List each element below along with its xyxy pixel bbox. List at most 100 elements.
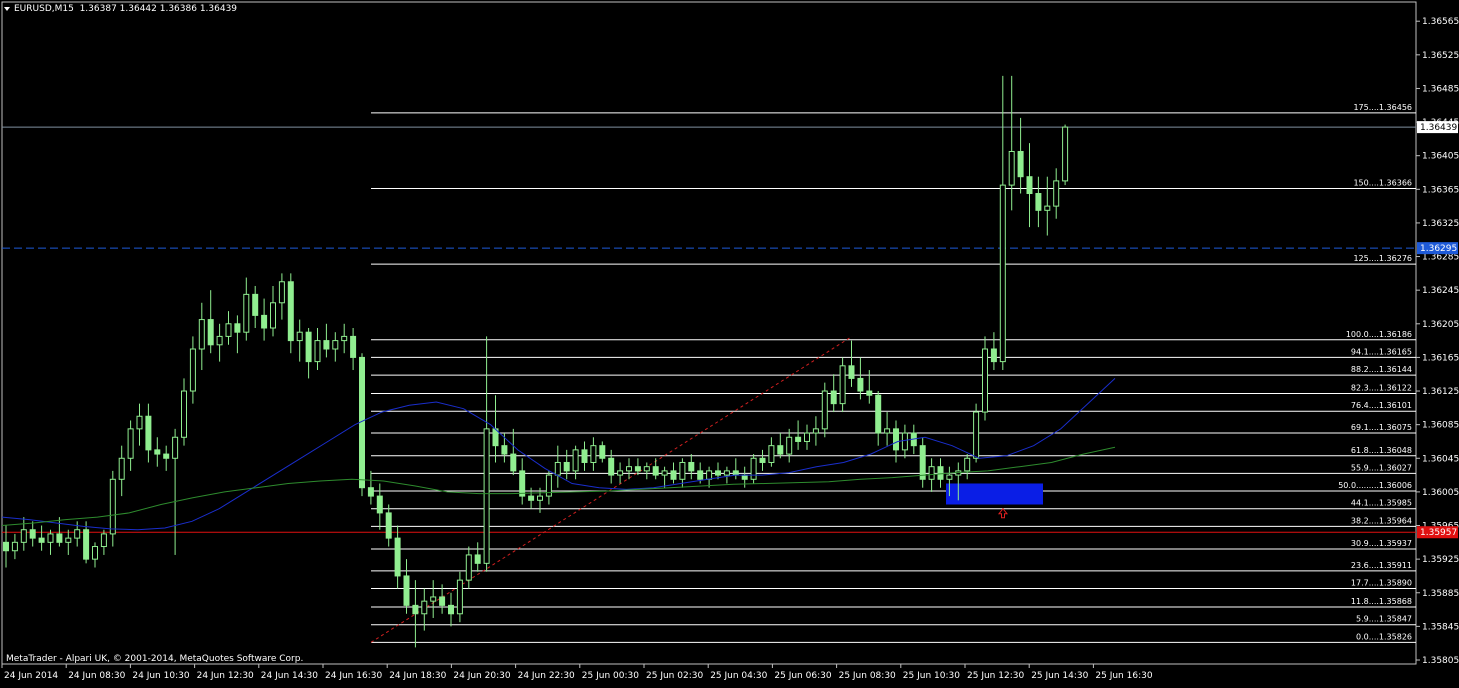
candle-body [804, 432, 810, 442]
y-tick-label: 1.36365 [1422, 185, 1459, 195]
y-tick-label: 1.35885 [1422, 589, 1459, 599]
x-tick-label: 24 Jun 20:30 [453, 671, 510, 681]
candle-body [715, 470, 721, 476]
candle-body [750, 457, 757, 480]
candle-body [1017, 150, 1024, 178]
candle-body [626, 466, 632, 472]
candle-body [901, 432, 908, 451]
fib-level-label: 61.8....1.36048 [1351, 446, 1412, 455]
x-tick-label: 25 Jun 08:30 [839, 671, 896, 681]
candle-body [821, 390, 828, 430]
candle-body [118, 457, 125, 480]
fib-level-label: 125....1.36276 [1353, 254, 1412, 263]
candle-body [83, 529, 90, 560]
fib-level-label: 82.3....1.36122 [1351, 384, 1412, 393]
chart-canvas[interactable]: 1.365651.365251.364851.364451.364051.363… [0, 0, 1459, 684]
candle-body [1062, 126, 1069, 182]
candle-body [768, 445, 775, 463]
fib-level-label: 38.2....1.35964 [1351, 516, 1412, 525]
candle-body [181, 390, 187, 438]
candle-body [537, 495, 543, 501]
candle-body [29, 529, 36, 539]
fib-level-label: 88.2....1.36144 [1351, 365, 1412, 374]
candle-body [198, 319, 205, 350]
y-tick-label: 1.36525 [1422, 51, 1459, 61]
candle-body [884, 428, 891, 434]
candle-body [305, 331, 312, 363]
candle-body [376, 495, 383, 514]
y-tick-label: 1.36005 [1422, 488, 1459, 498]
y-tick-label: 1.36565 [1422, 17, 1459, 27]
y-tick-label: 1.36485 [1422, 84, 1459, 94]
candle-body [350, 335, 357, 358]
candle-body [519, 470, 526, 497]
symbol-label: EURUSD,M15 [14, 4, 74, 14]
candle-body [643, 466, 650, 472]
candle-body [207, 319, 214, 346]
candle-body [448, 604, 454, 615]
candle-body [1035, 193, 1042, 211]
x-tick-label: 24 Jun 12:30 [197, 671, 254, 681]
candle-body [857, 377, 864, 392]
price-box-label: 1.36439 [1420, 123, 1457, 133]
candle-body [652, 466, 659, 476]
fib-level-label: 175....1.36456 [1353, 103, 1412, 112]
candle-body [127, 428, 134, 459]
copyright-text: MetaTrader - Alpari UK, © 2001-2014, Met… [6, 654, 304, 664]
fib-level-label: 55.9....1.36027 [1351, 463, 1412, 472]
x-tick-label: 24 Jun 14:30 [261, 671, 318, 681]
candle-body [501, 445, 508, 455]
plot-frame [1, 1, 1417, 665]
price-box-label: 1.36295 [1420, 244, 1457, 254]
candle-body [261, 314, 268, 329]
fib-level-label: 44.1....1.35985 [1351, 499, 1412, 508]
price-chart[interactable]: 1.365651.365251.364851.364451.364051.363… [0, 0, 1459, 684]
fib-level-label: 5.9....1.35847 [1356, 615, 1412, 624]
y-tick-label: 1.35925 [1422, 555, 1459, 565]
candle-body [617, 470, 624, 476]
candle-body [439, 596, 446, 606]
candle-body [590, 445, 597, 463]
fib-level-label: 69.1....1.36075 [1351, 423, 1412, 432]
x-tick-label: 24 Jun 2014 [4, 671, 58, 681]
candle-body [65, 537, 72, 543]
y-tick-label: 1.36405 [1422, 152, 1459, 162]
candle-body [323, 340, 330, 350]
dropdown-arrow-icon[interactable] [4, 6, 10, 11]
candle-body [100, 533, 107, 548]
candle-body [670, 470, 677, 480]
candle-body [92, 546, 98, 560]
candle-body [982, 348, 988, 413]
x-tick-label: 25 Jun 02:30 [646, 671, 703, 681]
candle-body [866, 390, 873, 396]
trend-line [370, 335, 853, 643]
candle-body [528, 495, 535, 501]
fib-level-label: 100.0....1.36186 [1346, 330, 1412, 339]
x-tick-label: 25 Jun 00:30 [582, 671, 639, 681]
candle-body [599, 445, 606, 459]
candle-body [172, 436, 179, 459]
x-tick-label: 24 Jun 18:30 [389, 671, 446, 681]
candle-body [109, 478, 116, 535]
candle-body [554, 461, 561, 476]
candle-body [412, 604, 419, 615]
candle-body [848, 365, 855, 379]
candle-body [430, 596, 437, 602]
up-arrow-icon [997, 507, 1009, 519]
candle-body [47, 533, 54, 543]
candle-body [287, 281, 294, 342]
candle-body [795, 436, 802, 442]
x-tick-label: 25 Jun 10:30 [903, 671, 960, 681]
candle-body [20, 529, 27, 543]
fib-level-label: 23.6....1.35911 [1351, 561, 1412, 570]
candle-body [474, 554, 481, 564]
candle-body [163, 453, 170, 459]
candle-body [278, 281, 285, 304]
candle-body [732, 470, 739, 476]
support-zone [946, 483, 1043, 505]
y-tick-label: 1.36245 [1422, 286, 1459, 296]
candle-body [1008, 150, 1015, 186]
y-tick-label: 1.36325 [1422, 219, 1459, 229]
y-tick-label: 1.36205 [1422, 320, 1459, 330]
candle-body [296, 331, 303, 342]
